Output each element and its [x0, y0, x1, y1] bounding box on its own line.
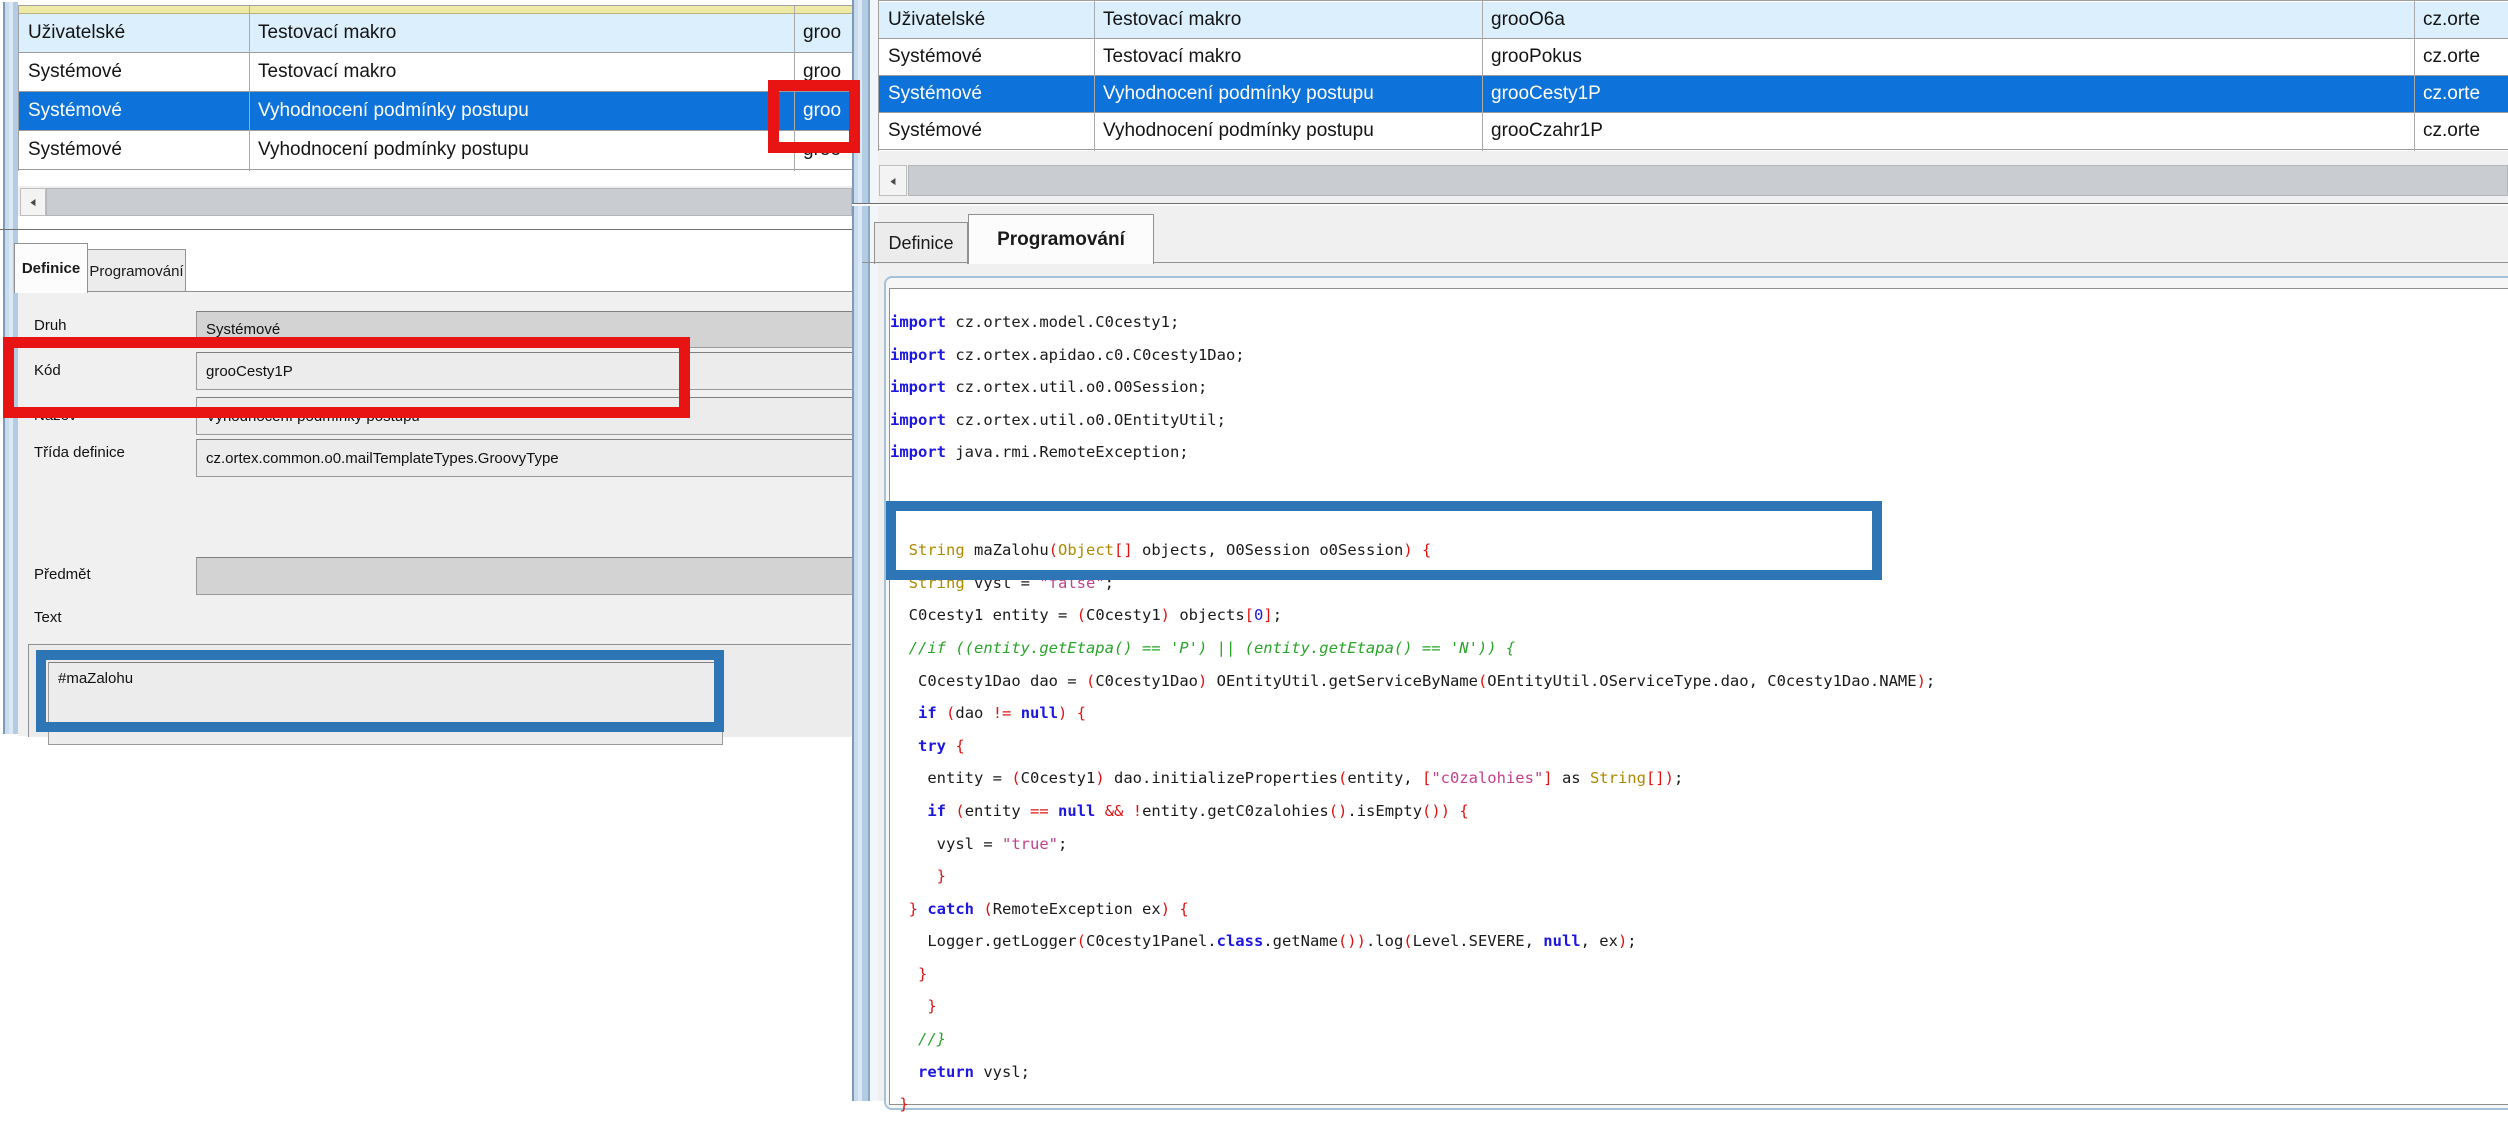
- tab-label: Programování: [89, 263, 183, 280]
- table-cell-druh: Systémové: [19, 131, 249, 169]
- code-line: import cz.ortex.apidao.c0.C0cesty1Dao;: [890, 339, 2508, 372]
- code-line: vysl = "true";: [890, 828, 2508, 861]
- scroll-left-button[interactable]: ◄: [879, 165, 907, 196]
- table-cell-nazev: Vyhodnocení podmínky postupu: [1094, 113, 1482, 149]
- tab-programovani-left[interactable]: Programování: [87, 249, 186, 292]
- table-cell-trida: cz.orte: [2414, 2, 2508, 38]
- code-line: C0cesty1Dao dao = (C0cesty1Dao) OEntityU…: [890, 665, 2508, 698]
- tab-label: Programování: [997, 229, 1125, 251]
- table-row[interactable]: SystémovéVyhodnocení podmínky postupugro…: [879, 113, 2508, 150]
- code-line: //if ((entity.getEtapa() == 'P') || (ent…: [890, 632, 2508, 665]
- right-window-border: [852, 0, 878, 1101]
- hscrollbar-thumb[interactable]: [908, 165, 2508, 196]
- code-line: if (entity == null && !entity.getC0zaloh…: [890, 795, 2508, 828]
- right-table-col-divider: [1482, 1, 1483, 151]
- table-row[interactable]: SystémovéVyhodnocení podmínky postupugro…: [19, 92, 853, 131]
- code-line: import java.rmi.RemoteException;: [890, 436, 2508, 469]
- code-line: entity = (C0cesty1) dao.initializeProper…: [890, 762, 2508, 795]
- table-cell-kod: grooO6a: [1482, 2, 2414, 38]
- scroll-left-icon: ◄: [29, 195, 37, 209]
- hscrollbar-thumb[interactable]: [46, 188, 852, 216]
- field-trida-definice[interactable]: cz.ortex.common.o0.mailTemplateTypes.Gro…: [196, 439, 859, 477]
- annotation-red-box-table: [768, 80, 860, 153]
- table-row[interactable]: SystémovéVyhodnocení podmínky postupugro…: [19, 131, 853, 170]
- left-table-header-strip: [19, 6, 853, 14]
- tab-definice-right[interactable]: Definice: [874, 222, 968, 264]
- annotation-red-box-kod: [3, 337, 690, 418]
- table-row[interactable]: SystémovéVyhodnocení podmínky postupugro…: [879, 76, 2508, 113]
- tab-label: Definice: [22, 260, 80, 277]
- table-row[interactable]: SystémovéTestovací makrogrooPokuscz.orte: [879, 39, 2508, 76]
- table-cell-druh: Systémové: [879, 113, 1094, 149]
- code-line: import cz.ortex.util.o0.O0Session;: [890, 371, 2508, 404]
- code-line: }: [890, 860, 2508, 893]
- field-predmet: [196, 557, 859, 595]
- left-macro-table: UživatelskéTestovací makrogrooSystémovéT…: [18, 5, 853, 171]
- table-cell-druh: Uživatelské: [19, 14, 249, 52]
- table-cell-nazev: Vyhodnocení podmínky postupu: [249, 131, 794, 169]
- table-cell-druh: Systémové: [879, 76, 1094, 112]
- code-line: //}: [890, 1023, 2508, 1056]
- table-cell-druh: Systémové: [879, 39, 1094, 75]
- table-cell-kod: groo: [794, 14, 853, 52]
- code-line: import cz.ortex.util.o0.OEntityUtil;: [890, 404, 2508, 437]
- left-table-col-divider: [249, 6, 250, 171]
- left-divider: [0, 229, 852, 230]
- code-line: return vysl;: [890, 1056, 2508, 1089]
- code-line: try {: [890, 730, 2508, 763]
- table-cell-nazev: Testovací makro: [1094, 2, 1482, 38]
- tab-programovani-right[interactable]: Programování: [968, 214, 1154, 264]
- table-cell-nazev: Testovací makro: [249, 14, 794, 52]
- left-table-hscrollbar[interactable]: ◄: [18, 186, 852, 216]
- table-row[interactable]: UživatelskéTestovací makrogrooO6acz.orte: [879, 2, 2508, 39]
- table-row[interactable]: SystémovéTestovací makrogroo: [19, 53, 853, 92]
- code-line: [890, 469, 2508, 502]
- right-table-col-divider: [1094, 1, 1095, 151]
- table-cell-druh: Systémové: [19, 53, 249, 91]
- tab-label: Definice: [888, 233, 953, 254]
- table-cell-nazev: Vyhodnocení podmínky postupu: [249, 92, 794, 130]
- code-line: }: [890, 1088, 2508, 1121]
- table-cell-kod: grooCzahr1P: [1482, 113, 2414, 149]
- field-label-trida-definice: Třída definice: [34, 444, 125, 461]
- annotation-blue-box-mazalohu: [36, 650, 724, 732]
- tab-definice-left[interactable]: Definice: [14, 243, 88, 293]
- table-cell-trida: cz.orte: [2414, 76, 2508, 112]
- field-label-text: Text: [34, 609, 62, 626]
- table-cell-druh: Uživatelské: [879, 2, 1094, 38]
- code-line: if (dao != null) {: [890, 697, 2508, 730]
- code-line: C0cesty1 entity = (C0cesty1) objects[0];: [890, 599, 2508, 632]
- field-label-predmet: Předmět: [34, 566, 91, 583]
- scroll-left-button[interactable]: ◄: [20, 188, 46, 216]
- right-table-hscrollbar[interactable]: ◄: [878, 163, 2508, 197]
- table-row[interactable]: UživatelskéTestovací makrogroo: [19, 14, 853, 53]
- divider-highlight: [852, 204, 2508, 206]
- table-cell-nazev: Testovací makro: [1094, 39, 1482, 75]
- annotation-blue-box-method: [886, 501, 1882, 580]
- table-cell-trida: cz.orte: [2414, 113, 2508, 149]
- right-macro-table: UživatelskéTestovací makrogrooO6acz.orte…: [878, 0, 2508, 151]
- code-editor[interactable]: import cz.ortex.model.C0cesty1;import cz…: [890, 306, 2508, 1101]
- field-label-druh: Druh: [34, 317, 67, 334]
- table-cell-nazev: Testovací makro: [249, 53, 794, 91]
- code-line: Logger.getLogger(C0cesty1Panel.class.get…: [890, 925, 2508, 958]
- table-cell-kod: grooCesty1P: [1482, 76, 2414, 112]
- code-line: }: [890, 990, 2508, 1023]
- code-line: }: [890, 958, 2508, 991]
- right-table-col-divider: [2414, 1, 2415, 151]
- table-cell-druh: Systémové: [19, 92, 249, 130]
- table-cell-trida: cz.orte: [2414, 39, 2508, 75]
- table-cell-nazev: Vyhodnocení podmínky postupu: [1094, 76, 1482, 112]
- code-line: } catch (RemoteException ex) {: [890, 893, 2508, 926]
- scroll-left-icon: ◄: [889, 174, 897, 188]
- code-line: import cz.ortex.model.C0cesty1;: [890, 306, 2508, 339]
- table-cell-kod: grooPokus: [1482, 39, 2414, 75]
